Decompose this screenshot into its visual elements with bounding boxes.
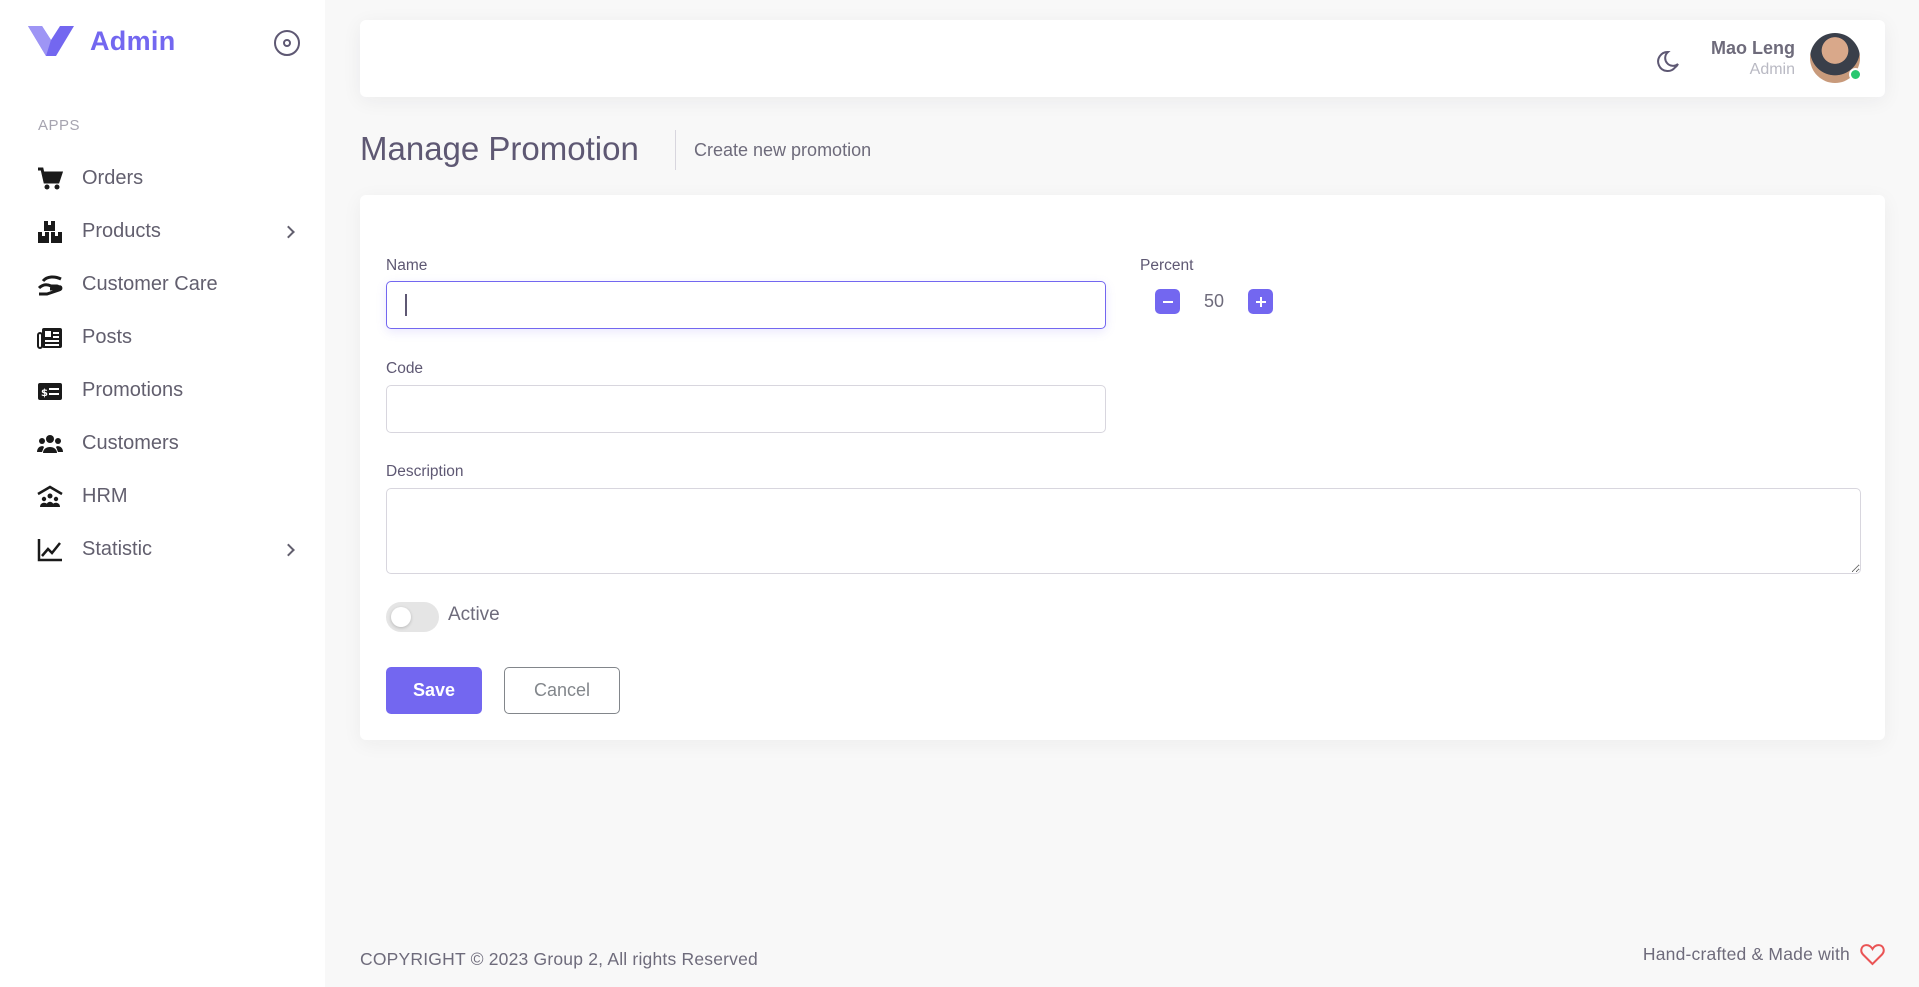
cart-icon (37, 166, 63, 192)
brand-name: Admin (90, 25, 176, 56)
cancel-button[interactable]: Cancel (504, 667, 620, 714)
chevron-right-icon (282, 543, 295, 556)
promotion-form-card (360, 195, 1885, 740)
code-label: Code (386, 360, 424, 377)
text-caret (405, 294, 407, 316)
name-label: Name (386, 257, 428, 274)
description-label: Description (386, 463, 464, 480)
breadcrumb: Create new promotion (694, 140, 872, 160)
sidebar-item-statistic[interactable]: Statistic (0, 523, 325, 576)
percent-stepper[interactable]: 50 (1155, 289, 1273, 314)
newspaper-icon (37, 325, 63, 351)
decrement-button[interactable] (1155, 289, 1180, 314)
brand-logo-icon (28, 26, 74, 56)
sidebar-item-label: Promotions (82, 379, 184, 401)
page-title: Manage Promotion (360, 130, 639, 167)
sidebar-section-label: APPS (38, 117, 81, 134)
chevron-right-icon (282, 225, 295, 238)
footer-credit: Hand-crafted & Made with (1643, 943, 1885, 966)
svg-text:$: $ (41, 388, 48, 399)
sidebar-item-label: Customers (82, 432, 179, 454)
sidebar-item-orders[interactable]: Orders (0, 152, 325, 205)
sidebar-item-customers[interactable]: Customers (0, 417, 325, 470)
moon-icon[interactable] (1656, 47, 1684, 75)
description-textarea[interactable] (386, 488, 1861, 574)
sidebar-item-products[interactable]: Products (0, 205, 325, 258)
toggle-knob (391, 607, 411, 627)
people-roof-icon (37, 484, 63, 510)
minus-icon (1162, 300, 1173, 303)
active-label: Active (448, 604, 500, 625)
hand-holding-icon (37, 272, 63, 298)
circle-dot-icon (283, 39, 291, 47)
title-divider (675, 130, 676, 170)
footer-made-with: Hand-crafted & Made with (1642, 944, 1850, 964)
sidebar: Admin APPS Orders Products Customer Care (0, 0, 325, 987)
heart-icon (1860, 944, 1885, 966)
plus-icon (1255, 296, 1266, 307)
active-toggle[interactable] (386, 602, 439, 632)
user-name[interactable]: Mao Leng (1711, 38, 1795, 59)
avatar[interactable] (1810, 33, 1862, 83)
save-button[interactable]: Save (386, 667, 482, 714)
brand[interactable]: Admin (28, 24, 176, 58)
user-role: Admin (1749, 61, 1795, 78)
money-check-icon: $ (37, 378, 63, 404)
percent-value[interactable]: 50 (1180, 291, 1248, 312)
sidebar-item-customer-care[interactable]: Customer Care (0, 258, 325, 311)
sidebar-item-promotions[interactable]: $ Promotions (0, 364, 325, 417)
percent-label: Percent (1140, 257, 1194, 274)
footer-copyright: COPYRIGHT © 2023 Group 2, All rights Res… (360, 949, 758, 969)
sidebar-item-label: Customer Care (82, 273, 218, 295)
top-navbar: Mao Leng Admin (360, 20, 1885, 97)
sidebar-item-hrm[interactable]: HRM (0, 470, 325, 523)
sidebar-item-label: Posts (82, 326, 133, 348)
boxes-icon (37, 219, 63, 245)
sidebar-item-label: Statistic (82, 538, 153, 560)
code-input[interactable] (386, 385, 1106, 433)
sidebar-item-posts[interactable]: Posts (0, 311, 325, 364)
sidebar-item-label: HRM (82, 485, 128, 507)
sidebar-collapse-toggle[interactable] (274, 30, 300, 56)
online-status-indicator (1849, 68, 1862, 81)
chart-line-icon (37, 537, 63, 563)
sidebar-item-label: Products (82, 220, 161, 242)
sidebar-item-label: Orders (82, 167, 144, 189)
users-icon (37, 431, 63, 457)
increment-button[interactable] (1248, 289, 1273, 314)
name-input[interactable] (386, 281, 1106, 329)
sidebar-nav: Orders Products Customer Care Posts $ Pr… (0, 152, 325, 576)
